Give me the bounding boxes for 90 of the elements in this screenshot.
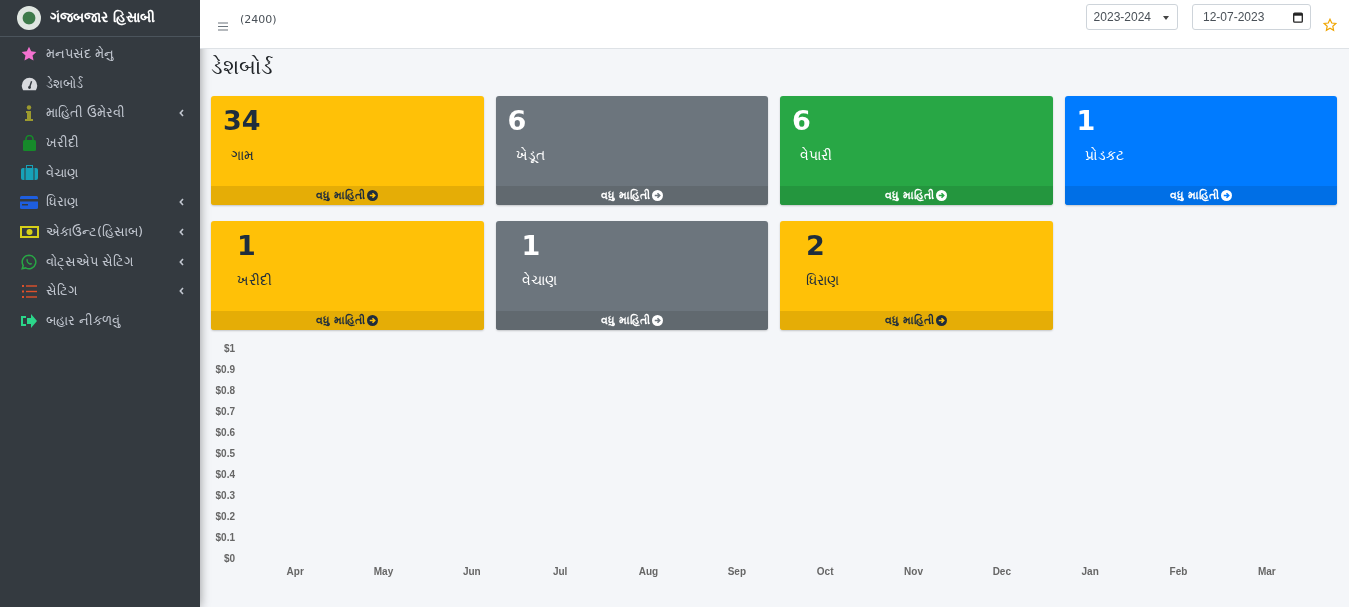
- stat-label: ખરીદી: [236, 271, 273, 290]
- menu-label: મનપસંદ મેનુ: [46, 45, 116, 62]
- menu-label: એકાઉન્ટ(હિસાબ): [46, 223, 145, 240]
- more-info-link[interactable]: વધુ માહિતી: [780, 186, 1053, 205]
- company-code: (2400): [240, 12, 277, 26]
- more-info-link[interactable]: વધુ માહિતી: [780, 311, 1053, 330]
- y-axis-label: $0.8: [215, 385, 235, 396]
- stat-label: પ્રોડકટ: [1083, 146, 1125, 165]
- calendar-icon: [1293, 11, 1303, 23]
- menu-label: ધિરાણ: [46, 194, 79, 211]
- x-axis-label: Nov: [904, 566, 923, 577]
- arrow-circle-icon: [651, 190, 663, 201]
- y-axis-label: $0.3: [215, 490, 235, 501]
- menu-icon[interactable]: [218, 21, 228, 31]
- sidebar-item[interactable]: ડેશબોર્ડ: [0, 68, 200, 99]
- y-axis-label: $0.2: [215, 511, 235, 522]
- page-title: ડેશબોર્ડ: [211, 55, 274, 81]
- stat-label: ખેડૂત: [514, 146, 546, 165]
- menu-label: માહિતી ઉમેરવી: [46, 105, 127, 122]
- more-info-link[interactable]: વધુ માહિતી: [1064, 186, 1337, 205]
- logo-icon: [17, 5, 41, 30]
- arrow-circle-icon: [936, 190, 948, 201]
- arrow-circle-icon: [651, 315, 663, 326]
- suitcase-icon: [20, 165, 38, 181]
- whatsapp-icon: [21, 253, 37, 270]
- sidebar-item[interactable]: બહાર નીકળવું: [0, 306, 200, 336]
- stat-value: 6: [506, 104, 528, 138]
- shopping-bag-icon: [21, 134, 37, 151]
- stat-label: વેપારી: [799, 146, 833, 165]
- y-axis-label: $1: [223, 343, 235, 354]
- brand-name[interactable]: ગંજબજાર હિસાબી: [50, 9, 155, 26]
- menu-label: વેચાણ: [46, 164, 79, 181]
- y-axis-label: $0.6: [215, 427, 235, 438]
- x-axis-label: May: [373, 566, 394, 577]
- arrow-circle-icon: [1220, 190, 1232, 201]
- menu-label: બહાર નીકળવું: [46, 313, 122, 330]
- sidebar-item[interactable]: વેચાણ: [0, 157, 200, 188]
- x-axis-label: Aug: [638, 566, 659, 577]
- stat-label: વેચાણ: [520, 271, 558, 290]
- x-axis-label: Jan: [1081, 566, 1099, 577]
- sidebar-item[interactable]: એકાઉન્ટ(હિસાબ): [0, 217, 200, 247]
- x-axis-label: Dec: [992, 566, 1011, 577]
- more-info-link[interactable]: વધુ માહિતી: [495, 186, 768, 205]
- stat-label: ધિરાણ: [805, 271, 840, 290]
- star-icon: [21, 45, 37, 62]
- more-info-link[interactable]: વધુ માહિતી: [211, 311, 484, 330]
- y-axis-label: $0.5: [215, 448, 235, 459]
- more-info-link[interactable]: વધુ માહિતી: [211, 186, 484, 205]
- arrow-circle-icon: [936, 315, 948, 326]
- star-icon[interactable]: [1323, 18, 1337, 32]
- sidebar-item[interactable]: મનપસંદ મેનુ: [0, 39, 200, 69]
- info-icon: [25, 105, 33, 122]
- list-icon: [21, 284, 37, 298]
- date-field[interactable]: 12-07-2023: [1192, 4, 1311, 30]
- stat-label: ગામ: [230, 146, 255, 165]
- sidebar-item[interactable]: વોટ્સએપ સેટિંગ: [0, 246, 200, 277]
- stat-value: 1: [1075, 104, 1097, 138]
- x-axis-label: Oct: [816, 566, 834, 577]
- x-axis-label: Feb: [1169, 566, 1188, 577]
- menu-label: ડેશબોર્ડ: [46, 75, 84, 92]
- y-axis-label: $0.4: [215, 469, 235, 480]
- sign-out-icon: [21, 314, 37, 329]
- stat-value: 2: [805, 229, 826, 263]
- gauge-icon: [20, 76, 38, 91]
- banknote-icon: [19, 225, 39, 238]
- menu-label: ખરીદી: [46, 134, 80, 151]
- x-axis-label: Jun: [462, 566, 481, 577]
- sidebar-item[interactable]: ધિરાણ: [0, 187, 200, 218]
- sidebar-item[interactable]: સેટિંગ: [0, 276, 200, 307]
- menu-label: સેટિંગ: [46, 283, 78, 300]
- more-info-link[interactable]: વધુ માહિતી: [495, 311, 768, 330]
- stat-value: 1: [236, 229, 257, 263]
- stat-value: 1: [520, 229, 542, 263]
- menu-label: વોટ્સએપ સેટિંગ: [46, 253, 135, 270]
- y-axis-label: $0.7: [215, 406, 235, 417]
- arrow-circle-icon: [367, 315, 379, 326]
- y-axis-label: $0: [223, 553, 235, 564]
- x-axis-label: Apr: [286, 566, 304, 577]
- stat-value: 6: [791, 104, 812, 138]
- credit-card-icon: [20, 195, 38, 209]
- y-axis-label: $0.9: [215, 364, 235, 375]
- x-axis-label: Mar: [1257, 566, 1276, 577]
- arrow-circle-icon: [367, 190, 379, 201]
- sidebar-item[interactable]: ખરીદી: [0, 128, 200, 158]
- x-axis-label: Jul: [552, 566, 568, 577]
- sidebar-item[interactable]: માહિતી ઉમેરવી: [0, 98, 200, 129]
- year-select[interactable]: 2023-2024: [1085, 4, 1178, 30]
- stat-value: 34: [222, 104, 262, 138]
- y-axis-label: $0.1: [215, 532, 235, 543]
- x-axis-label: Sep: [727, 566, 746, 577]
